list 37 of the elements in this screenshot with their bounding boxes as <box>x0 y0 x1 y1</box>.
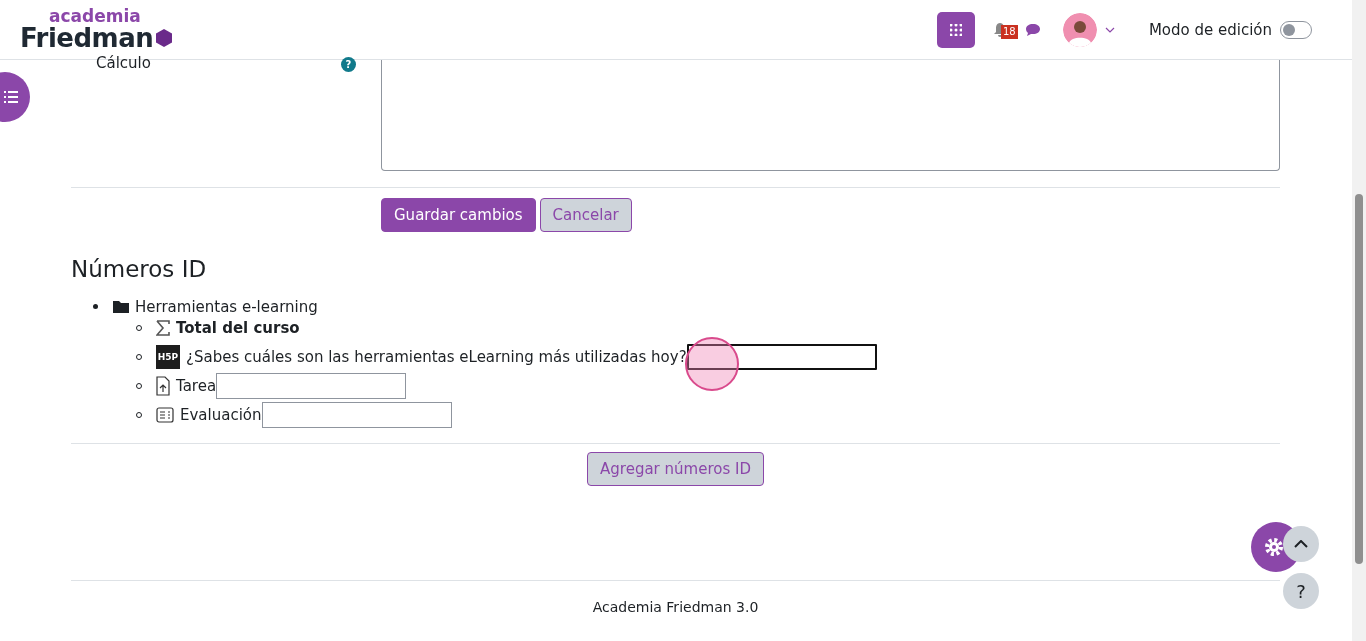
grid-icon <box>949 23 962 36</box>
edit-mode-toggle[interactable] <box>1280 20 1312 39</box>
checklist-icon <box>156 406 174 423</box>
logo-text: Friedman <box>20 25 154 51</box>
chat-icon[interactable] <box>1024 22 1041 37</box>
help-icon[interactable]: ? <box>341 57 356 72</box>
item-label: ¿Sabes cuáles son las herramientas eLearning más utilizadas hoy? <box>186 347 687 366</box>
logo-text: academia <box>49 8 142 25</box>
back-to-top-button[interactable] <box>1283 526 1319 562</box>
file-upload-icon <box>156 375 170 396</box>
scrollbar[interactable] <box>1352 0 1366 641</box>
caret-icon[interactable] <box>1104 26 1115 33</box>
sigma-icon <box>156 319 170 336</box>
item-label: Tarea <box>176 376 217 395</box>
id-input[interactable] <box>261 401 452 428</box>
list-icon <box>4 91 18 103</box>
id-input[interactable] <box>686 343 877 370</box>
help-button[interactable]: ? <box>1283 573 1319 609</box>
section-title: Números ID <box>71 256 208 282</box>
folder-icon <box>113 300 129 313</box>
item-label: Total del curso <box>176 318 300 337</box>
h5p-icon: H5P <box>156 344 180 369</box>
hexagon-icon <box>155 28 174 48</box>
apps-button[interactable] <box>936 11 975 48</box>
settings-icon <box>1263 536 1285 558</box>
add-id-button[interactable]: Agregar números ID <box>587 452 764 486</box>
category-name: Herramientas e-learning <box>135 297 318 316</box>
save-button[interactable]: Guardar cambios <box>381 198 536 232</box>
cancel-button[interactable]: Cancelar <box>539 198 632 232</box>
id-input[interactable] <box>216 372 407 399</box>
edit-mode-label: Modo de edición <box>1148 20 1272 39</box>
click-marker <box>685 337 739 391</box>
chevron-up-icon <box>1294 540 1308 548</box>
field-label: Cálculo <box>96 54 151 72</box>
avatar-icon[interactable] <box>1062 12 1097 47</box>
footer-text: Academia Friedman 3.0 <box>592 599 759 615</box>
item-label: Evaluación <box>180 405 262 424</box>
